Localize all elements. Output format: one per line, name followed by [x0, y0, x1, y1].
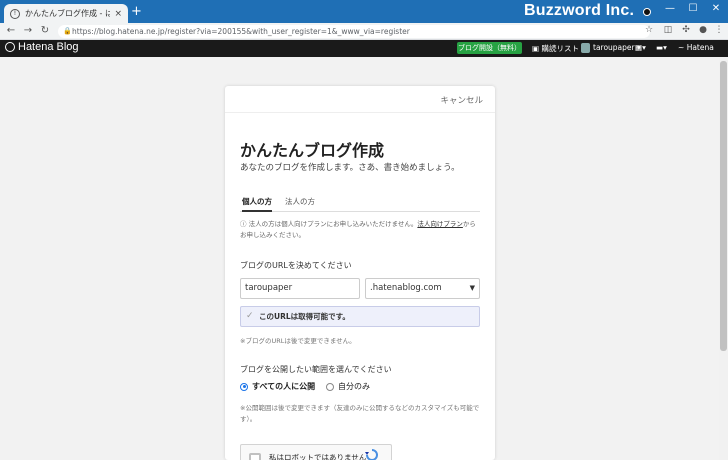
cancel-link[interactable]: キャンセル	[440, 94, 483, 106]
page-title: かんたんブログ作成	[240, 141, 385, 160]
forward-arrow-icon[interactable]: →	[22, 25, 34, 36]
brand-watermark: Buzzword Inc.	[524, 2, 635, 19]
corporate-plan-link[interactable]: 法人向けプラン	[417, 220, 463, 228]
username-menu[interactable]: taroupaper ▾	[593, 43, 641, 52]
reload-icon[interactable]: ↻	[39, 25, 51, 36]
check-icon: ✓	[246, 311, 254, 321]
recaptcha-label: 私はロボットではありません	[269, 453, 367, 460]
visibility-note: ※公開範囲は後で変更できます（友達のみに公開するなどのカスタマイズも可能です）。	[240, 404, 480, 423]
hatena-label: Hatena	[686, 43, 714, 52]
reading-list-link[interactable]: ▣ 購読リスト	[532, 43, 579, 54]
radio-private[interactable]: 自分のみ	[326, 381, 370, 392]
address-bar-row: ← → ↻ 🔒 https://blog.hatena.ne.jp/regist…	[0, 23, 728, 40]
hatena-logo-icon	[5, 42, 15, 52]
visibility-section-label: ブログを公開したい範囲を選んでください	[240, 365, 392, 374]
reading-list-icon: ▣	[532, 44, 540, 53]
radio-private-indicator[interactable]	[326, 382, 334, 391]
notice-text-pre: ⓘ 法人の方は個人向けプランにお申し込みいただけません。	[240, 220, 418, 228]
blog-create-card: キャンセル かんたんブログ作成 あなたのブログを作成します。さあ、書き始めましょ…	[225, 86, 495, 460]
radio-public[interactable]: すべての人に公開	[240, 381, 315, 392]
extension-icon[interactable]: ◫	[662, 25, 674, 35]
tab-individual[interactable]: 個人の方	[242, 196, 272, 207]
url-note: ※ブログのURLは後で変更できません。	[240, 337, 356, 345]
hatena-favicon-icon: !	[10, 8, 20, 19]
hatena-link[interactable]: ~ Hatena	[678, 43, 714, 52]
close-window-button[interactable]: ✕	[706, 3, 726, 14]
radio-public-label: すべての人に公開	[252, 382, 316, 391]
card-top-bar: キャンセル	[225, 86, 495, 113]
active-tab-indicator	[242, 210, 272, 212]
url-text: https://blog.hatena.ne.jp/register?via=2…	[72, 27, 410, 36]
page-scrollbar[interactable]	[719, 57, 728, 460]
lock-icon: 🔒	[63, 27, 72, 35]
username-label: taroupaper	[593, 43, 635, 52]
tab-corporate[interactable]: 法人の方	[285, 196, 315, 207]
corporate-notice: ⓘ 法人の方は個人向けプランにお申し込みいただけません。法人向けプランからお申し…	[240, 219, 482, 241]
chevron-down-icon: ▼	[469, 284, 475, 292]
new-tab-button[interactable]: +	[131, 5, 142, 19]
radio-public-indicator[interactable]	[240, 382, 248, 391]
page-subtitle: あなたのブログを作成します。さあ、書き始めましょう。	[240, 163, 460, 173]
url-field[interactable]: 🔒 https://blog.hatena.ne.jp/register?via…	[58, 25, 650, 38]
browser-tab[interactable]: ! かんたんブログ作成 - はてなブログ ×	[4, 4, 128, 23]
puzzle-icon[interactable]: ✣	[680, 25, 692, 35]
recaptcha-logo-icon	[365, 449, 378, 460]
maximize-button[interactable]: ☐	[683, 3, 703, 14]
avatar[interactable]	[581, 43, 590, 53]
reading-list-label: 購読リスト	[541, 44, 579, 53]
availability-message: ✓ このURLは取得可能です。	[240, 306, 480, 327]
minimize-button[interactable]: —	[660, 3, 680, 14]
profile-dot-icon	[643, 8, 651, 16]
profile-icon[interactable]: ●	[697, 25, 709, 35]
recaptcha-checkbox[interactable]	[249, 453, 261, 460]
apps-grid-icon[interactable]: ▦▾	[635, 43, 646, 52]
menu-kebab-icon[interactable]: ⋮	[713, 25, 725, 35]
hatena-blog-logo[interactable]: Hatena Blog	[5, 41, 79, 53]
domain-selected-value: .hatenablog.com	[370, 283, 442, 293]
hatena-small-icon: ~	[678, 43, 685, 52]
create-blog-button[interactable]: ブログ開設（無料）	[457, 42, 522, 54]
domain-select[interactable]: .hatenablog.com ▼	[365, 278, 480, 299]
availability-text: このURLは取得可能です。	[259, 312, 350, 321]
hatena-header: Hatena Blog ブログ開設（無料） ▣ 購読リスト taroupaper…	[0, 40, 728, 57]
account-type-tabs: 個人の方 法人の方	[240, 190, 480, 212]
subdomain-input[interactable]: taroupaper	[240, 278, 360, 299]
scrollbar-thumb[interactable]	[720, 61, 727, 351]
bookmark-star-icon[interactable]: ☆	[643, 25, 655, 35]
back-arrow-icon[interactable]: ←	[5, 25, 17, 36]
radio-private-label: 自分のみ	[338, 382, 370, 391]
browser-titlebar: ! かんたんブログ作成 - はてなブログ × + Buzzword Inc. —…	[0, 0, 728, 23]
logo-text: Hatena Blog	[18, 41, 79, 53]
tab-close-icon[interactable]: ×	[114, 9, 122, 19]
notification-icon[interactable]: ▬▾	[656, 43, 667, 52]
url-section-label: ブログのURLを決めてください	[240, 261, 352, 270]
tab-title: かんたんブログ作成 - はてなブログ	[25, 9, 111, 18]
recaptcha-widget: 私はロボットではありません	[240, 444, 392, 460]
